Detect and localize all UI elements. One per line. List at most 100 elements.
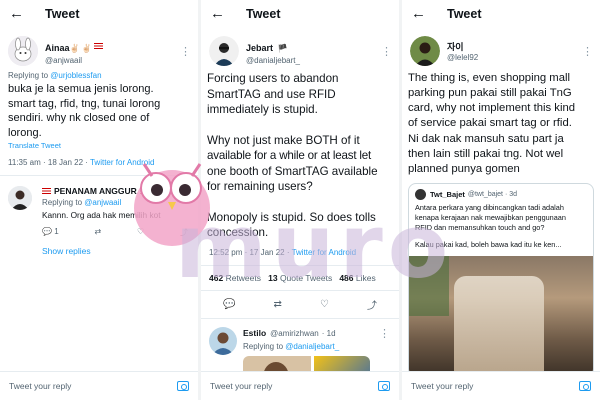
reply-input[interactable]: Tweet your reply: [210, 381, 272, 391]
tweet-line: lorong.: [8, 126, 42, 139]
reply-author-name[interactable]: PENANAM ANGGUR: [54, 186, 137, 196]
tweet-line: of service pakai smart tag or rfid.: [408, 117, 572, 130]
avatar[interactable]: [8, 36, 38, 66]
tweet-meta: 11:35 am · 18 Jan 22 · Twitter for Andro…: [0, 158, 198, 167]
like-icon[interactable]: ♡: [137, 227, 144, 238]
tweet-line: then lain still pakai tng. Not wel: [408, 147, 564, 160]
reply-icon[interactable]: 💬 1: [42, 227, 59, 238]
camera-icon[interactable]: [177, 381, 189, 391]
replying-prefix: Replying to: [243, 341, 284, 351]
quote-count[interactable]: 13: [268, 273, 277, 283]
likes-label[interactable]: Likes: [356, 273, 376, 283]
tweet-line: smart tag, rfid, tng, tunai lorong: [8, 97, 161, 110]
back-arrow-icon[interactable]: ←: [9, 5, 31, 22]
page-title: Tweet: [447, 6, 482, 21]
reply-count: 1: [54, 227, 59, 237]
top-bar: ← Tweet: [402, 0, 600, 27]
quotes-label[interactable]: Quote Tweets: [280, 273, 332, 283]
reply-composer[interactable]: Tweet your reply: [0, 371, 198, 400]
tweet-line: card, why not implement this kind: [408, 102, 576, 115]
retweet-icon[interactable]: ⇄: [94, 227, 101, 238]
author-handle[interactable]: @anjwaail: [45, 56, 103, 65]
quote-photo-drink[interactable]: [409, 255, 593, 376]
author-flag: 🏴: [277, 43, 288, 53]
avatar[interactable]: [410, 36, 440, 66]
author-handle[interactable]: @danialjebart_: [246, 56, 300, 65]
tweet-line: for remaining users?: [207, 180, 313, 194]
back-arrow-icon[interactable]: ←: [411, 5, 433, 22]
replying-handle[interactable]: @urjoblessfan: [50, 71, 101, 80]
tweet-line: concession.: [207, 226, 269, 240]
back-arrow-icon[interactable]: ←: [210, 5, 232, 22]
quoted-tweet[interactable]: Twt_Bajet @twt_bajet · 3d Antara perkara…: [408, 182, 594, 377]
tweet-line: parking pun pakai still pakai TnG: [408, 87, 572, 100]
author-name[interactable]: 자이: [447, 40, 478, 53]
tweet-line: SmartTAG and use RFID: [207, 87, 336, 101]
tweet-panel-zai: ← Tweet 자이 @lelel92 ⋮ The thing is, even…: [402, 0, 600, 400]
tweet-line: Forcing users to abandon: [207, 72, 339, 85]
tweet-line: one booth of SmartTAG available: [207, 164, 378, 178]
reply-action-bar: 💬 1 ⇄ ♡ ⤴: [0, 227, 198, 238]
reply-date: · 1d: [321, 328, 336, 338]
tweet-text: Forcing users to abandon SmartTAG and us…: [201, 71, 399, 241]
reply-input[interactable]: Tweet your reply: [411, 381, 473, 391]
reply-input[interactable]: Tweet your reply: [9, 381, 71, 391]
replying-handle[interactable]: @danialjebart_: [285, 342, 339, 351]
replying-prefix: Replying to: [42, 198, 83, 208]
quote-line: Antara perkara yang dibincangkan tadi ad…: [415, 202, 564, 212]
tweet-time: 11:35 am · 18 Jan 22 ·: [8, 158, 88, 168]
reply-replying-to: Replying to @anjwaail: [42, 198, 190, 207]
reply-composer[interactable]: Tweet your reply: [201, 371, 399, 400]
quote-line: kenapa kerajaan nak mewajibkan penggunaa…: [415, 213, 566, 223]
reply-avatar[interactable]: [209, 326, 237, 355]
more-dots-icon[interactable]: ⋮: [582, 45, 593, 58]
tweet-line: Why not just make BOTH of it: [207, 133, 360, 147]
reply-composer[interactable]: Tweet your reply: [402, 371, 600, 400]
tweet-line: immediately is stupid.: [207, 103, 318, 117]
tweet-line: buka je la semua jenis lorong.: [8, 83, 154, 95]
share-icon[interactable]: ⤴: [180, 227, 188, 238]
share-icon[interactable]: ⤴: [367, 297, 377, 312]
retweets-label[interactable]: Retweets: [226, 273, 261, 283]
top-bar: ← Tweet: [201, 0, 399, 27]
tweet-source[interactable]: Twitter for Android: [292, 248, 356, 257]
quote-line: Kalau pakai kad, boleh bawa kad itu ke k…: [415, 240, 562, 250]
retweet-count[interactable]: 462: [209, 273, 223, 283]
quote-author-name: Twt_Bajet: [430, 189, 465, 199]
more-dots-icon[interactable]: ⋮: [180, 45, 191, 58]
tweet-source[interactable]: Twitter for Android: [90, 158, 154, 167]
author-name[interactable]: Jebart: [246, 43, 273, 53]
tweet-text: The thing is, even shopping mall parking…: [402, 71, 600, 177]
reply-author-handle[interactable]: @amirizhwan: [270, 329, 319, 338]
tweet-line: Monopoly is stupid. So does tolls: [207, 210, 376, 224]
replying-handle[interactable]: @anjwaail: [84, 198, 121, 207]
top-bar: ← Tweet: [0, 0, 198, 27]
author-handle[interactable]: @lelel92: [447, 53, 478, 62]
show-replies-link[interactable]: Show replies: [0, 246, 198, 256]
avatar[interactable]: [209, 36, 239, 66]
reply-icon[interactable]: 💬: [223, 299, 235, 310]
reply-replying-to: Replying to @danialjebart_: [243, 342, 391, 351]
quote-avatar: [415, 188, 426, 200]
more-dots-icon[interactable]: ⋮: [379, 327, 390, 340]
translate-link[interactable]: Translate Tweet: [0, 141, 198, 150]
reply-text: Kannn. Org ada hak memilih kot: [42, 210, 161, 221]
quote-line: RFID dan memansuhkan touch and go?: [415, 223, 545, 233]
malaysia-flag-icon: [42, 188, 51, 195]
tweet-stats: 462 Retweets 13 Quote Tweets 486 Likes: [201, 273, 399, 283]
camera-icon[interactable]: [579, 381, 591, 391]
like-icon[interactable]: ♡: [320, 299, 329, 310]
page-title: Tweet: [45, 6, 80, 21]
tweet-text: buka je la semua jenis lorong. smart tag…: [0, 82, 198, 140]
camera-icon[interactable]: [378, 381, 390, 391]
reply-avatar[interactable]: [8, 186, 32, 211]
retweet-icon[interactable]: ⇄: [274, 299, 282, 310]
reply-author-name[interactable]: Estilo: [243, 328, 266, 338]
tweet-panel-ainaa: ← Tweet Ainaa✌🏻 ✌🏻 @anjwaail ⋮ Replying …: [0, 0, 198, 400]
like-count[interactable]: 486: [339, 273, 353, 283]
more-dots-icon[interactable]: ⋮: [381, 45, 392, 58]
author-name[interactable]: Ainaa: [45, 43, 70, 53]
quote-text: Antara perkara yang dibincangkan tadi ad…: [409, 203, 593, 251]
tweet-line: Ni dak nak mansuh satu part ja: [408, 132, 564, 145]
tweet-line: The thing is, even shopping mall: [408, 72, 571, 84]
